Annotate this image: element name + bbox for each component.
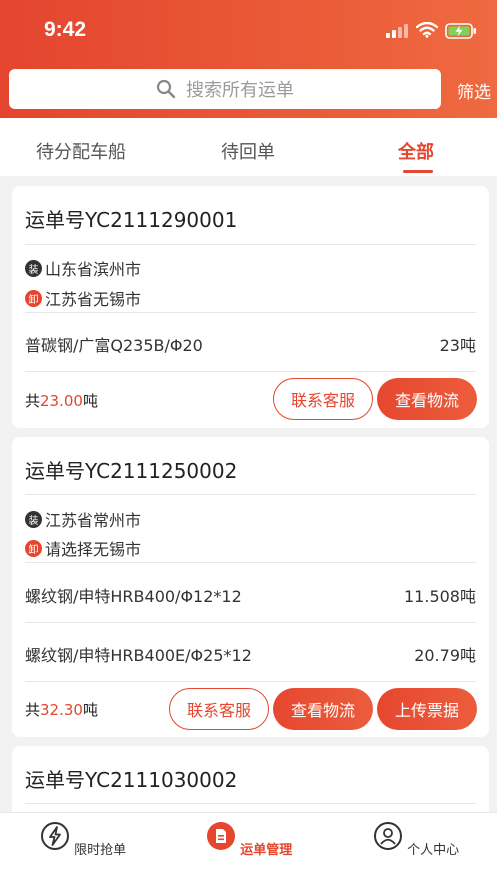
header: 9:42 搜索所有运单 筛选 — [0, 0, 497, 118]
tabbar-item-waybill[interactable]: 运单管理 — [199, 821, 299, 858]
tab-all[interactable]: 全部 — [398, 138, 434, 164]
load-badge: 装 — [25, 259, 42, 277]
total-unit: 吨 — [82, 701, 98, 719]
divider — [25, 244, 476, 245]
battery-icon — [445, 23, 476, 39]
order-number: 运单号YC2111030002 — [25, 768, 238, 792]
signal-icon — [386, 24, 408, 38]
divider — [25, 494, 476, 495]
lightning-icon — [40, 822, 69, 850]
tabbar-label: 运单管理 — [240, 843, 293, 858]
order-number: 运单号YC2111250002 — [25, 459, 238, 483]
load-address: 装 山东省滨州市 — [25, 256, 141, 280]
divider — [25, 681, 476, 682]
status-time: 9:42 — [44, 18, 87, 41]
order-total: 共23.00吨 — [25, 390, 98, 411]
contact-service-button[interactable]: 联系客服 — [169, 688, 269, 730]
total-prefix: 共 — [25, 392, 41, 410]
tabbar-label: 限时抢单 — [74, 843, 127, 858]
divider — [25, 622, 476, 623]
wifi-icon — [416, 22, 438, 38]
tab-pending-assign[interactable]: 待分配车船 — [36, 138, 126, 164]
item-name: 普碳钢/广富Q235B/Φ20 — [25, 336, 203, 355]
bottom-tab-bar: 限时抢单 运单管理 个人中心 — [0, 812, 497, 883]
item-weight: 23吨 — [439, 336, 476, 355]
item-name: 螺纹钢/申特HRB400E/Φ25*12 — [25, 646, 252, 665]
unload-badge: 卸 — [25, 289, 42, 307]
item-name: 螺纹钢/申特HRB400/Φ12*12 — [25, 587, 242, 606]
unload-address: 卸 请选择无锡市 — [25, 536, 141, 560]
active-tab-indicator — [403, 170, 433, 173]
search-placeholder: 搜索所有运单 — [186, 80, 294, 101]
divider — [25, 803, 476, 804]
view-logistics-button[interactable]: 查看物流 — [377, 378, 477, 420]
unload-badge: 卸 — [25, 539, 42, 557]
divider — [25, 371, 476, 372]
load-badge: 装 — [25, 510, 42, 528]
unload-address-text: 请选择无锡市 — [45, 540, 142, 559]
total-prefix: 共 — [25, 701, 41, 719]
divider — [25, 312, 476, 313]
load-address-text: 山东省滨州市 — [45, 260, 142, 279]
upload-receipt-button[interactable]: 上传票据 — [377, 688, 477, 730]
order-card[interactable]: 运单号YC2111250002 装 江苏省常州市 卸 请选择无锡市 螺纹钢/申特… — [12, 437, 489, 737]
item-weight: 11.508吨 — [404, 587, 476, 606]
status-bar: 9:42 — [0, 0, 497, 62]
order-total: 共32.30吨 — [25, 699, 98, 720]
total-value: 23.00 — [40, 392, 83, 410]
tabbar-item-grab-orders[interactable]: 限时抢单 — [33, 821, 133, 858]
unload-address: 卸 江苏省无锡市 — [25, 286, 141, 310]
tabbar-label: 个人中心 — [407, 843, 460, 858]
status-tabs: 待分配车船 待回单 全部 — [0, 118, 497, 176]
total-value: 32.30 — [40, 701, 83, 719]
order-number: 运单号YC2111290001 — [25, 208, 238, 232]
filter-button[interactable]: 筛选 — [457, 78, 491, 103]
waybill-icon — [206, 822, 235, 850]
load-address-text: 江苏省常州市 — [45, 511, 142, 530]
search-input[interactable]: 搜索所有运单 — [9, 69, 441, 109]
tabbar-item-profile[interactable]: 个人中心 — [366, 821, 466, 858]
unload-address-text: 江苏省无锡市 — [45, 290, 142, 309]
divider — [25, 562, 476, 563]
total-unit: 吨 — [82, 392, 98, 410]
view-logistics-button[interactable]: 查看物流 — [273, 688, 373, 730]
item-weight: 20.79吨 — [414, 646, 476, 665]
load-address: 装 江苏省常州市 — [25, 507, 141, 531]
search-icon — [156, 79, 176, 99]
tab-pending-receipt[interactable]: 待回单 — [221, 138, 275, 164]
user-icon — [373, 822, 402, 850]
order-card[interactable]: 运单号YC2111290001 装 山东省滨州市 卸 江苏省无锡市 普碳钢/广富… — [12, 186, 489, 428]
contact-service-button[interactable]: 联系客服 — [273, 378, 373, 420]
